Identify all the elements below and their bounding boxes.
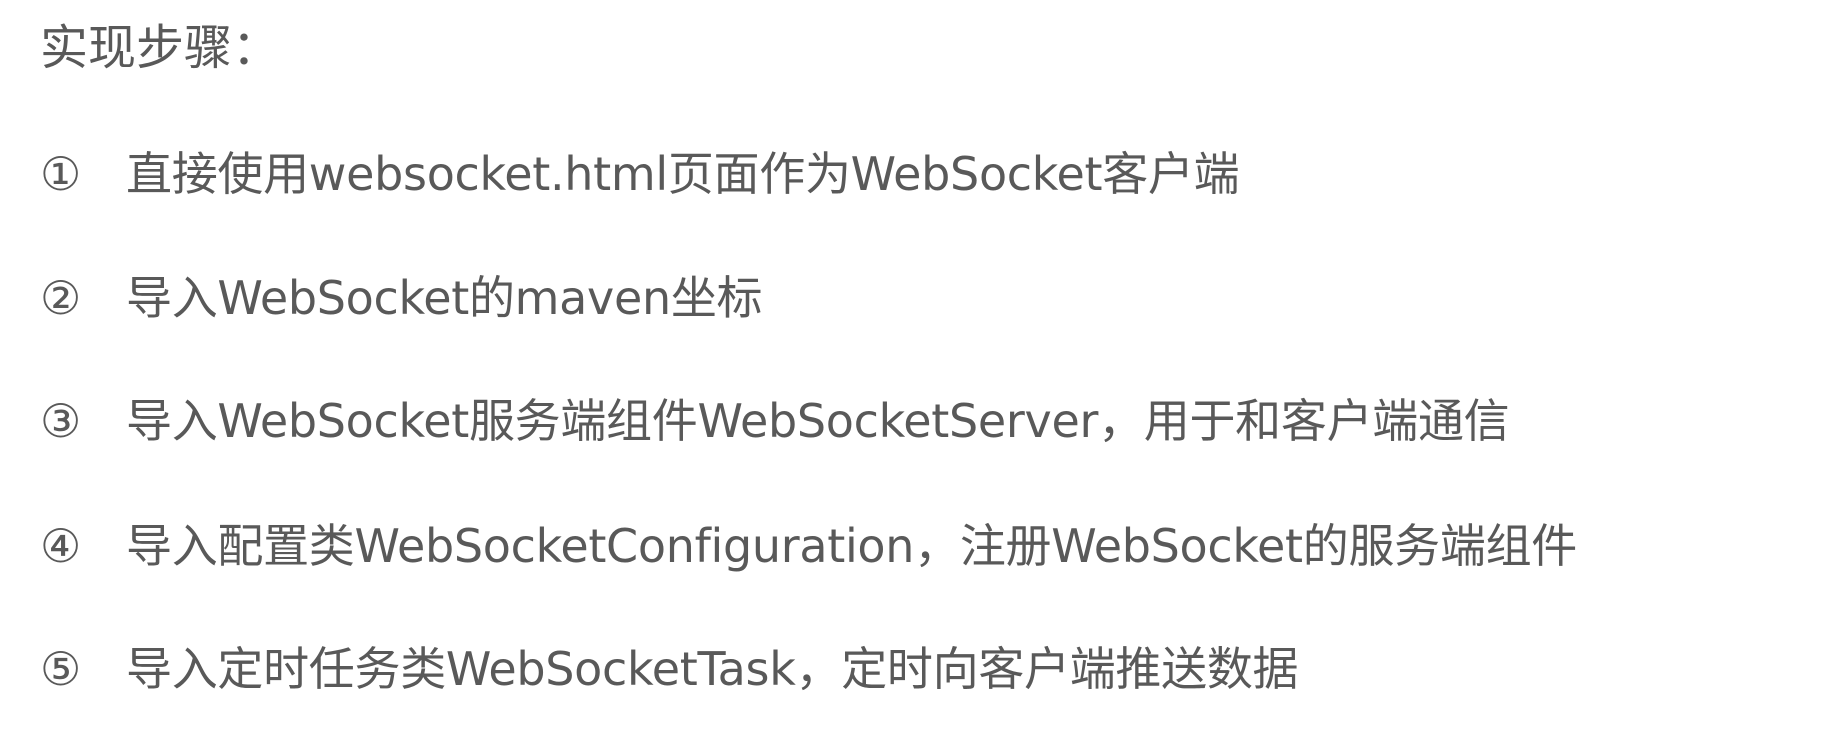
step-number-4: ④ [40,519,82,573]
slide: 实现步骤： ① 直接使用websocket.html页面作为WebSocket客… [0,0,1822,756]
step-item-3: ③ 导入WebSocket服务端组件WebSocketServer，用于和客户端… [40,391,1510,451]
step-text-1: 直接使用websocket.html页面作为WebSocket客户端 [126,147,1240,201]
step-text-5: 导入定时任务类WebSocketTask，定时向客户端推送数据 [126,642,1299,696]
step-item-1: ① 直接使用websocket.html页面作为WebSocket客户端 [40,144,1240,204]
step-text-4: 导入配置类WebSocketConfiguration，注册WebSocket的… [126,519,1577,573]
step-number-1: ① [40,147,82,201]
step-item-2: ② 导入WebSocket的maven坐标 [40,268,763,328]
step-text-2: 导入WebSocket的maven坐标 [126,271,763,325]
step-number-3: ③ [40,394,82,448]
step-item-5: ⑤ 导入定时任务类WebSocketTask，定时向客户端推送数据 [40,639,1299,699]
step-number-2: ② [40,271,82,325]
steps-list: ① 直接使用websocket.html页面作为WebSocket客户端 ② 导… [0,0,1822,756]
step-number-5: ⑤ [40,642,82,696]
step-text-3: 导入WebSocket服务端组件WebSocketServer，用于和客户端通信 [126,394,1510,448]
step-item-4: ④ 导入配置类WebSocketConfiguration，注册WebSocke… [40,516,1577,576]
